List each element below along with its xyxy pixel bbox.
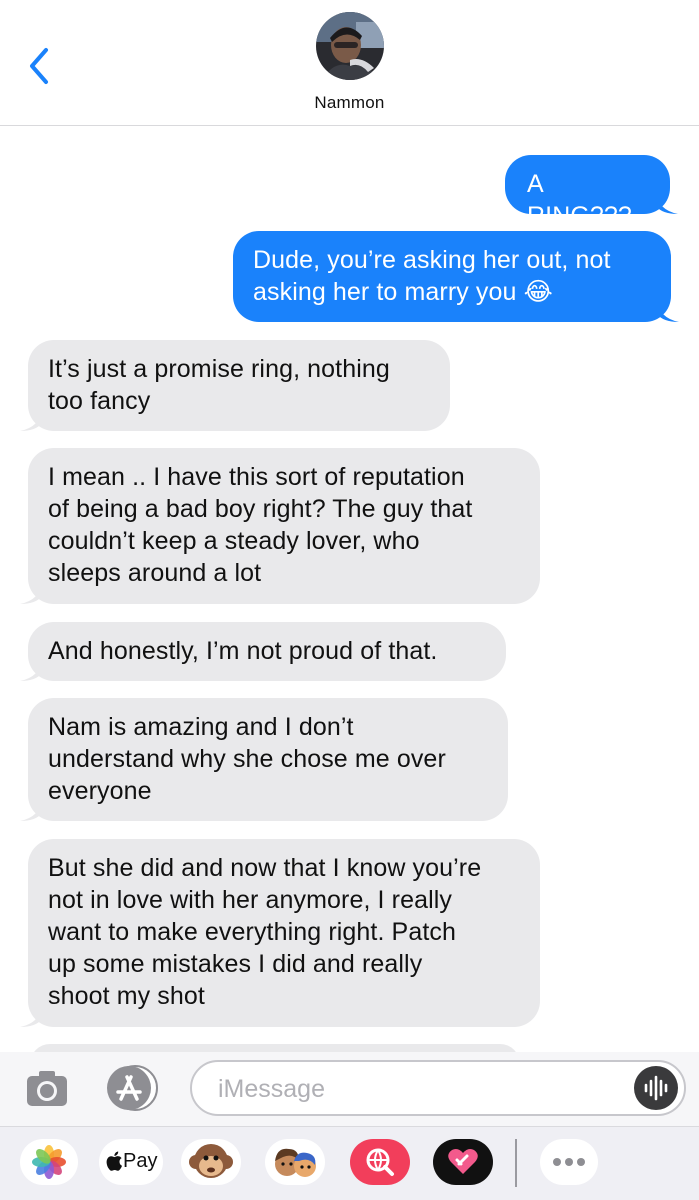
message-line: I mean .. I have this sort of reputation: [48, 463, 465, 491]
image-search-app-button[interactable]: [350, 1139, 410, 1185]
message-line: up some mistakes I did and really: [48, 950, 423, 978]
message-text: A RING???: [527, 170, 632, 230]
app-store-button[interactable]: [104, 1063, 162, 1113]
conversation-header: Nammon: [0, 0, 699, 126]
message-line: shoot my shot: [48, 982, 205, 1010]
message-bubble-received[interactable]: Nam is amazing and I don’t understand wh…: [20, 698, 508, 821]
apple-logo-icon: [106, 1151, 122, 1171]
memoji-stickers-app-button[interactable]: [265, 1139, 325, 1185]
message-line: It’s just a promise ring, nothing: [48, 355, 390, 383]
more-apps-button[interactable]: [540, 1139, 598, 1185]
chevron-left-icon: [30, 48, 48, 84]
camera-icon: [27, 1071, 67, 1106]
message-input[interactable]: iMessage: [190, 1060, 686, 1116]
camera-button[interactable]: [24, 1066, 70, 1112]
message-input-placeholder: iMessage: [218, 1075, 325, 1103]
message-line: couldn’t keep a steady lover, who: [48, 527, 420, 555]
back-button[interactable]: [22, 44, 58, 88]
waveform-icon: [644, 1075, 668, 1101]
monkey-icon: [189, 1144, 233, 1178]
apple-pay-label: Pay: [123, 1150, 158, 1172]
message-bubble-received[interactable]: It’s just a promise ring, nothing too fa…: [20, 340, 450, 431]
message-line: Dude, you’re asking her out, not: [253, 246, 611, 274]
memoji-icon: [275, 1148, 316, 1177]
photos-app-button[interactable]: [20, 1139, 78, 1185]
globe-search-icon: [366, 1148, 394, 1176]
more-icon: [553, 1158, 585, 1166]
message-line: too fancy: [48, 387, 151, 415]
audio-message-button[interactable]: [634, 1066, 678, 1110]
message-bubble-sent[interactable]: A RING???: [505, 155, 678, 230]
message-line: But she did and now that I know you’re: [48, 854, 482, 882]
digital-touch-app-button[interactable]: [433, 1139, 493, 1185]
message-line: sleeps around a lot: [48, 559, 262, 587]
photos-icon: [32, 1145, 66, 1179]
contact-name[interactable]: Nammon: [0, 93, 699, 113]
message-line: asking her to marry you 😂: [253, 278, 553, 306]
message-line: everyone: [48, 777, 152, 805]
message-bubble-received[interactable]: I mean .. I have this sort of reputation…: [20, 448, 540, 604]
message-text: And honestly, I’m not proud of that.: [48, 637, 438, 665]
message-bubble-received[interactable]: But she did and now that I know you’re n…: [20, 839, 540, 1027]
app-store-icon: [107, 1065, 158, 1111]
message-line: Nam is amazing and I don’t: [48, 713, 354, 741]
message-line: not in love with her anymore, I really: [48, 886, 452, 914]
message-line: understand why she chose me over: [48, 745, 446, 773]
message-line: of being a bad boy right? The guy that: [48, 495, 473, 523]
drawer-divider: [515, 1139, 517, 1187]
message-bubble-sent[interactable]: Dude, you’re asking her out, not asking …: [233, 231, 679, 322]
contact-avatar[interactable]: [316, 12, 384, 80]
heart-touch-icon: [448, 1149, 478, 1174]
apple-pay-app-button[interactable]: Pay: [99, 1139, 163, 1185]
message-line: want to make everything right. Patch: [48, 918, 456, 946]
message-bubble-received[interactable]: And honestly, I’m not proud of that.: [20, 622, 506, 681]
animoji-app-button[interactable]: [181, 1139, 241, 1185]
